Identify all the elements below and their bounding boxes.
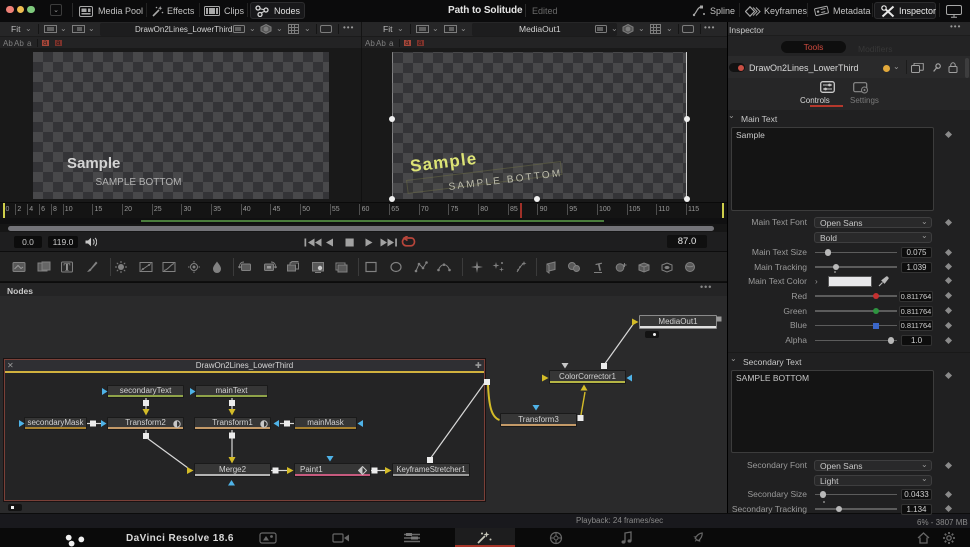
svg-text:T: T: [64, 263, 71, 274]
